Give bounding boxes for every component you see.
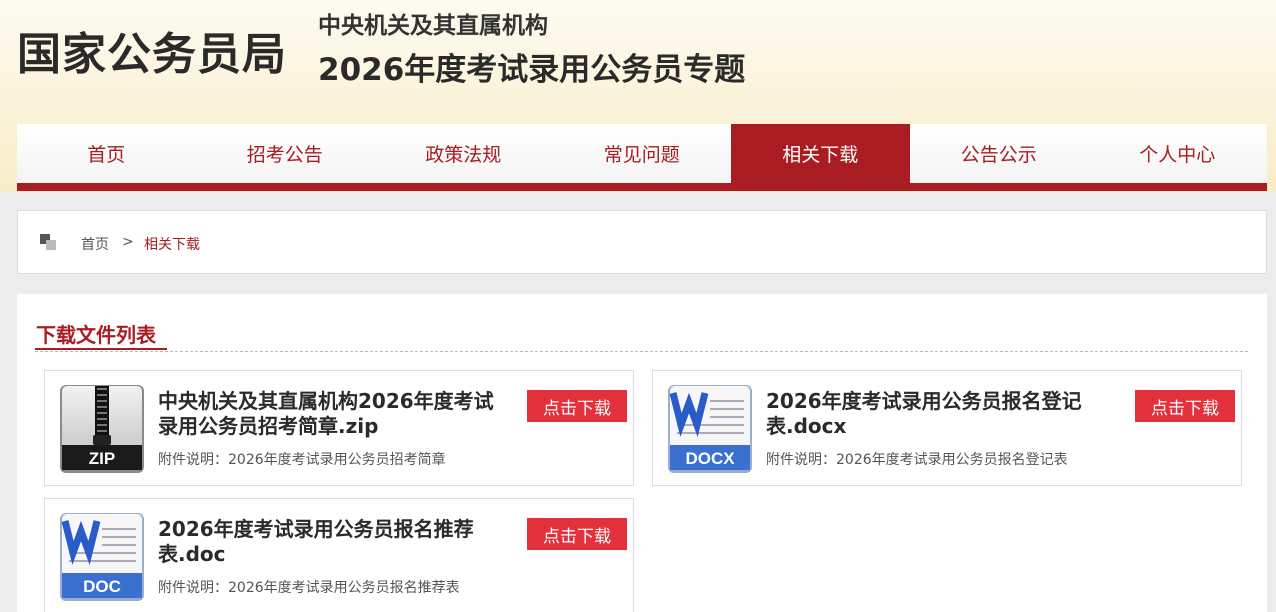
nav-item-announcements[interactable]: 招考公告: [196, 124, 375, 183]
file-description: 附件说明：2026年度考试录用公务员招考简章: [158, 452, 446, 468]
word-file-icon: DOC: [57, 511, 147, 603]
breadcrumb-current: 相关下载: [144, 237, 200, 253]
panel-title: 下载文件列表: [36, 323, 156, 347]
breadcrumb: 首页 > 相关下载: [17, 210, 1267, 274]
nav-item-personal-center[interactable]: 个人中心: [1088, 124, 1267, 183]
zip-file-icon: ZIP: [57, 383, 147, 475]
file-card: DOC 2026年度考试录用公务员报名推荐表.doc 附件说明：2026年度考试…: [44, 498, 634, 612]
svg-text:DOCX: DOCX: [685, 449, 735, 468]
download-button[interactable]: 点击下载: [527, 518, 627, 550]
file-card: DOCX 2026年度考试录用公务员报名登记表.docx 附件说明：2026年度…: [652, 370, 1242, 486]
panel-divider: [35, 351, 1248, 352]
svg-text:ZIP: ZIP: [89, 449, 115, 468]
download-button[interactable]: 点击下载: [527, 390, 627, 422]
download-button[interactable]: 点击下载: [1135, 390, 1235, 422]
nav-item-faq[interactable]: 常见问题: [553, 124, 732, 183]
word-file-icon: DOCX: [665, 383, 755, 475]
main-nav: 首页 招考公告 政策法规 常见问题 相关下载 公告公示 个人中心: [17, 124, 1267, 183]
breadcrumb-home-link[interactable]: 首页: [81, 234, 109, 254]
file-card: ZIP 中央机关及其直属机构2026年度考试录用公务员招考简章.zip 附件说明…: [44, 370, 634, 486]
panel-title-underline: [35, 348, 167, 350]
file-description: 附件说明：2026年度考试录用公务员报名推荐表: [158, 580, 460, 596]
site-logo[interactable]: 国家公务员局: [17, 18, 287, 82]
file-name[interactable]: 2026年度考试录用公务员报名登记表.docx: [766, 389, 1121, 439]
file-description: 附件说明：2026年度考试录用公务员报名登记表: [766, 452, 1068, 468]
breadcrumb-icon: [40, 234, 58, 250]
header-subtitle: 中央机关及其直属机构: [318, 13, 548, 39]
file-name[interactable]: 中央机关及其直属机构2026年度考试录用公务员招考简章.zip: [158, 389, 513, 439]
download-panel: 下载文件列表 ZIP 中央机关及其直属机构2026年度考试录用公务员招考简章.z…: [17, 294, 1267, 612]
file-name[interactable]: 2026年度考试录用公务员报名推荐表.doc: [158, 517, 513, 567]
nav-item-policies[interactable]: 政策法规: [374, 124, 553, 183]
nav-item-downloads[interactable]: 相关下载: [731, 124, 910, 183]
breadcrumb-separator: >: [122, 234, 134, 250]
header-title: 2026年度考试录用公务员专题: [318, 52, 746, 88]
nav-item-notices[interactable]: 公告公示: [910, 124, 1089, 183]
svg-text:DOC: DOC: [83, 577, 121, 596]
nav-underline-bar: [17, 183, 1267, 191]
nav-item-home[interactable]: 首页: [17, 124, 196, 183]
